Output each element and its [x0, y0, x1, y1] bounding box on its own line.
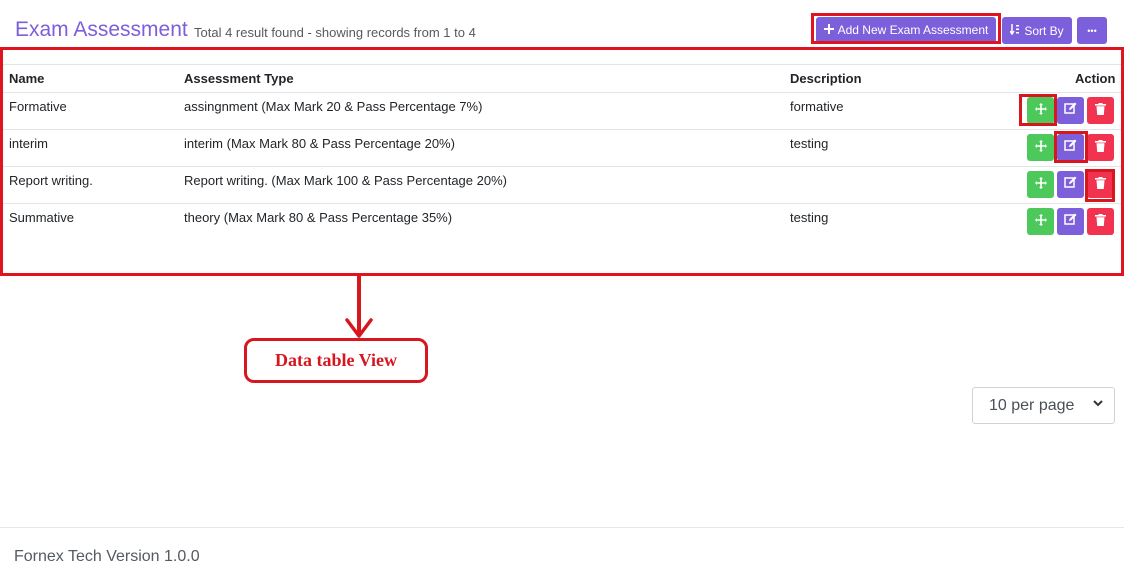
- edit-button[interactable]: [1057, 134, 1084, 161]
- footer-divider: [0, 527, 1124, 528]
- trash-icon: [1095, 213, 1106, 231]
- cell-assessment-type: interim (Max Mark 80 & Pass Percentage 2…: [184, 136, 455, 151]
- per-page-select[interactable]: 10 per page: [972, 387, 1115, 424]
- add-button-label: Add New Exam Assessment: [837, 23, 989, 37]
- cell-name: Report writing.: [9, 173, 93, 188]
- sort-icon: [1009, 23, 1020, 38]
- trash-icon: [1095, 176, 1106, 194]
- move-icon: [1034, 176, 1047, 194]
- table-top-border: [3, 64, 1121, 65]
- table-header-divider: [3, 92, 1121, 93]
- per-page-value: 10 per page: [989, 396, 1075, 414]
- cell-name: interim: [9, 136, 49, 151]
- move-icon: [1034, 213, 1047, 231]
- edit-icon: [1064, 102, 1077, 120]
- column-header-name: Name: [9, 71, 45, 86]
- cell-description: testing: [790, 136, 829, 151]
- move-icon: [1034, 139, 1047, 157]
- delete-button[interactable]: [1087, 97, 1114, 124]
- cell-assessment-type: assingnment (Max Mark 20 & Pass Percenta…: [184, 99, 483, 114]
- plus-icon: [823, 23, 834, 37]
- delete-button[interactable]: [1087, 208, 1114, 235]
- annotation-arrow-head: [345, 318, 373, 338]
- cell-assessment-type: theory (Max Mark 80 & Pass Percentage 35…: [184, 210, 453, 225]
- sort-by-button[interactable]: Sort By: [1002, 17, 1072, 44]
- move-button[interactable]: [1027, 171, 1054, 198]
- cell-name: Summative: [9, 210, 75, 225]
- cell-description: formative: [790, 99, 844, 114]
- column-header-assessment-type: Assessment Type: [184, 71, 294, 86]
- annotation-highlight-data-table: [0, 47, 1124, 276]
- edit-button[interactable]: [1057, 97, 1084, 124]
- trash-icon: [1095, 139, 1106, 157]
- ellipsis-icon: •••: [1087, 25, 1097, 36]
- add-new-exam-assessment-button[interactable]: Add New Exam Assessment: [816, 17, 996, 43]
- edit-icon: [1064, 213, 1077, 231]
- edit-icon: [1064, 139, 1077, 157]
- row-divider: [3, 203, 1121, 204]
- chevron-down-icon: [1092, 397, 1104, 412]
- sort-button-label: Sort By: [1024, 23, 1064, 38]
- cell-description: testing: [790, 210, 829, 225]
- edit-icon: [1064, 176, 1077, 194]
- cell-assessment-type: Report writing. (Max Mark 100 & Pass Per…: [184, 173, 507, 188]
- page-title: Exam Assessment: [15, 18, 188, 41]
- more-options-button[interactable]: •••: [1077, 17, 1107, 44]
- page: Exam Assessment Total 4 result found - s…: [0, 0, 1124, 579]
- edit-button[interactable]: [1057, 171, 1084, 198]
- trash-icon: [1095, 102, 1106, 120]
- move-button[interactable]: [1027, 208, 1054, 235]
- column-header-description: Description: [790, 71, 862, 86]
- annotation-callout: Data table View: [244, 338, 428, 383]
- result-info: Total 4 result found - showing records f…: [194, 25, 476, 40]
- delete-button[interactable]: [1087, 171, 1114, 198]
- row-divider: [3, 166, 1121, 167]
- edit-button[interactable]: [1057, 208, 1084, 235]
- footer-version-text: Fornex Tech Version 1.0.0: [14, 548, 200, 565]
- cell-name: Formative: [9, 99, 67, 114]
- delete-button[interactable]: [1087, 134, 1114, 161]
- move-button[interactable]: [1027, 97, 1054, 124]
- move-button[interactable]: [1027, 134, 1054, 161]
- column-header-action: Action: [1075, 71, 1116, 86]
- move-icon: [1034, 102, 1047, 120]
- row-divider: [3, 129, 1121, 130]
